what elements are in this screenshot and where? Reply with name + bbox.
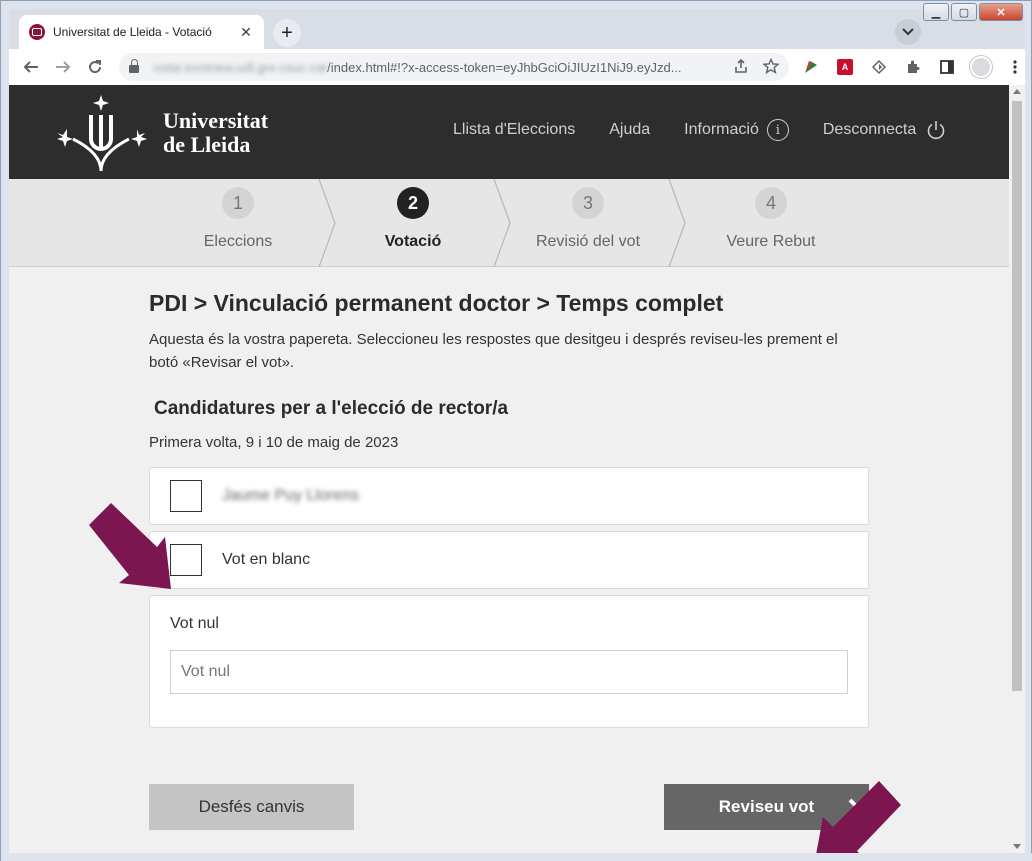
nav-info-link[interactable]: Informació i xyxy=(684,119,789,141)
udl-emblem-icon xyxy=(57,95,147,172)
university-name: Universitat de Lleida xyxy=(163,108,269,157)
null-vote-label: Vot nul xyxy=(170,615,219,632)
site-header: Universitat de Lleida Llista d'Eleccions… xyxy=(9,85,1009,179)
forward-arrow-icon[interactable] xyxy=(47,51,79,83)
share-icon[interactable] xyxy=(733,58,749,77)
maximize-button[interactable]: ▢ xyxy=(951,3,977,21)
candidate-name: Jaume Puy Llorens xyxy=(222,487,359,504)
step-4-label: Veure Rebut xyxy=(726,233,816,250)
window-close-button[interactable]: ✕ xyxy=(979,3,1023,21)
step-3: 3 Revisió del vot xyxy=(503,179,673,267)
url-host: votar.evotnew.udl.gre.csuc.cat xyxy=(153,59,328,75)
bookmark-star-icon[interactable] xyxy=(762,57,780,77)
candidate-option[interactable]: Jaume Puy Llorens xyxy=(149,467,869,525)
diff-extension-icon[interactable] xyxy=(867,55,891,79)
side-panel-icon[interactable] xyxy=(935,55,959,79)
step-3-number: 3 xyxy=(572,187,604,219)
step-1-label: Eleccions xyxy=(203,233,273,250)
lock-icon[interactable] xyxy=(129,59,139,73)
ballot-content: PDI > Vinculació permanent doctor > Temp… xyxy=(149,267,869,728)
step-2: 2 Votació xyxy=(328,179,498,267)
null-vote-box: Vot nul xyxy=(149,595,869,728)
window-frame-bottom xyxy=(1,853,1032,861)
color-extension-icon[interactable] xyxy=(799,55,823,79)
reload-icon[interactable] xyxy=(79,51,111,83)
step-4-number: 4 xyxy=(755,187,787,219)
step-2-number: 2 xyxy=(397,187,429,219)
scroll-down-arrow-icon[interactable] xyxy=(1013,844,1021,849)
ballot-title: PDI > Vinculació permanent doctor > Temp… xyxy=(149,290,724,316)
site-favicon-icon xyxy=(29,24,45,40)
browser-window: Universitat de Lleida - Votació ✕ + ▁ ▢ … xyxy=(0,0,1032,861)
step-3-label: Revisió del vot xyxy=(535,233,641,250)
ballot-description: Aquesta és la vostra papereta. Seleccion… xyxy=(149,331,838,371)
minimize-button[interactable]: ▁ xyxy=(923,3,949,21)
section-title: Candidatures per a l'elecció de rector/a xyxy=(154,398,509,419)
browser-toolbar: votar.evotnew.udl.gre.csuc.cat /index.ht… xyxy=(9,49,1025,85)
blank-vote-label: Vot en blanc xyxy=(222,551,311,568)
url-path: /index.html#!?x-access-token=eyJhbGciOiJ… xyxy=(327,59,682,75)
menu-kebab-icon[interactable] xyxy=(1003,55,1027,79)
tab-strip: Universitat de Lleida - Votació ✕ + xyxy=(9,9,1025,49)
window-controls: ▁ ▢ ✕ xyxy=(923,3,1023,21)
nav-elections-link[interactable]: Llista d'Eleccions xyxy=(453,121,575,139)
puzzle-extensions-icon[interactable] xyxy=(901,55,925,79)
new-tab-button[interactable]: + xyxy=(273,19,301,47)
info-icon: i xyxy=(766,119,789,141)
step-1-number: 1 xyxy=(222,187,254,219)
tab-title: Universitat de Lleida - Votació xyxy=(53,25,212,39)
profile-avatar-icon[interactable] xyxy=(969,55,993,79)
main-nav: Llista d'Eleccions Ajuda Informació i De… xyxy=(453,119,980,141)
extensions-area: A xyxy=(799,55,1027,79)
step-2-label: Votació xyxy=(384,233,442,250)
progress-steps: 1 Eleccions 2 Votació 3 Revisió del vot … xyxy=(9,179,1009,267)
pdf-extension-icon[interactable]: A xyxy=(833,55,857,79)
step-4: 4 Veure Rebut xyxy=(686,179,856,267)
page-scrollbar[interactable] xyxy=(1009,85,1025,853)
power-icon xyxy=(927,121,945,140)
null-vote-input[interactable] xyxy=(170,650,848,694)
annotation-arrow-icon xyxy=(816,781,901,853)
tab-close-icon[interactable]: ✕ xyxy=(238,24,254,41)
nav-help-link[interactable]: Ajuda xyxy=(609,121,650,139)
nav-logout-link[interactable]: Desconnecta xyxy=(823,120,946,140)
address-bar[interactable]: votar.evotnew.udl.gre.csuc.cat /index.ht… xyxy=(119,53,789,81)
back-arrow-icon[interactable] xyxy=(15,51,47,83)
tab-search-chevron-icon[interactable] xyxy=(895,19,921,45)
blank-vote-option[interactable]: Vot en blanc xyxy=(149,531,869,589)
browser-tab[interactable]: Universitat de Lleida - Votació ✕ xyxy=(19,15,264,49)
scroll-up-arrow-icon[interactable] xyxy=(1013,89,1021,94)
undo-changes-button[interactable]: Desfés canvis xyxy=(149,784,354,830)
section-subtitle: Primera volta, 9 i 10 de maig de 2023 xyxy=(149,434,399,451)
annotation-arrow-icon xyxy=(89,503,171,589)
scroll-thumb[interactable] xyxy=(1012,101,1022,691)
web-page: Universitat de Lleida Llista d'Eleccions… xyxy=(9,85,1009,853)
university-logo[interactable]: Universitat de Lleida xyxy=(53,93,268,173)
step-1: 1 Eleccions xyxy=(153,179,323,267)
